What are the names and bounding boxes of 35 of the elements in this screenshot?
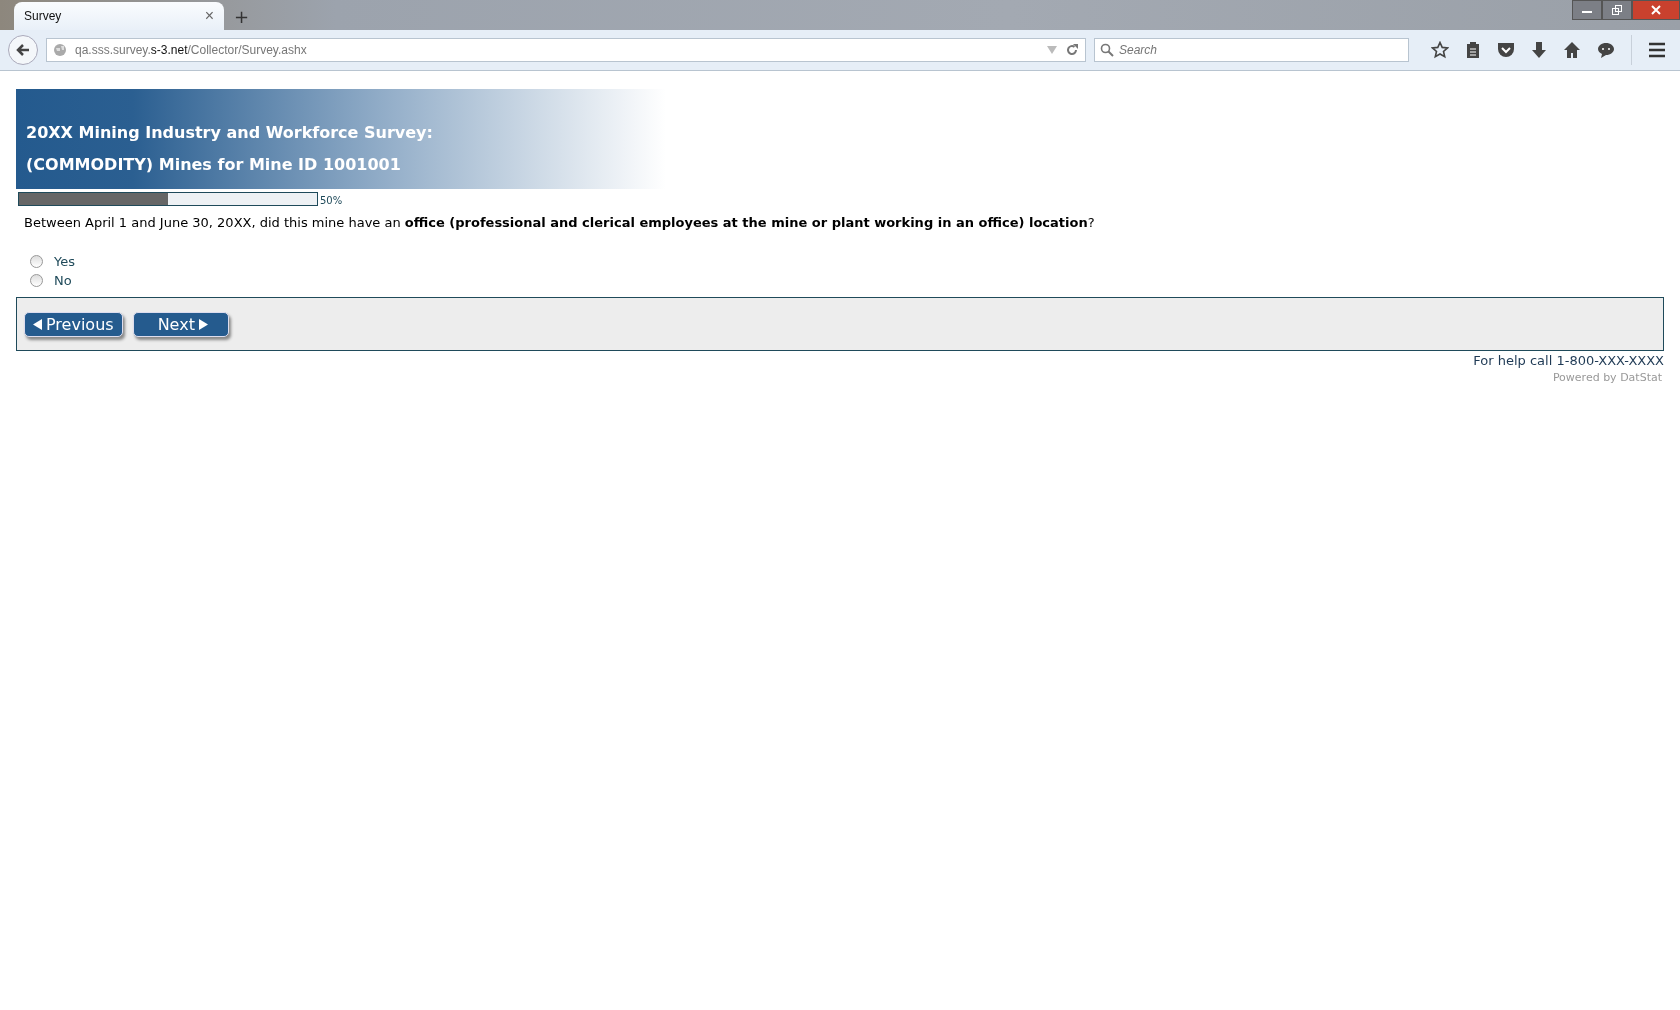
download-icon[interactable] [1531, 41, 1547, 59]
clipboard-icon[interactable] [1465, 41, 1481, 59]
star-icon[interactable] [1431, 41, 1449, 59]
chat-icon[interactable] [1597, 41, 1615, 59]
triangle-icon [198, 318, 208, 330]
survey-title: 20XX Mining Industry and Workforce Survey: [26, 122, 433, 144]
radio-button[interactable] [30, 274, 43, 287]
menu-icon[interactable] [1648, 42, 1666, 58]
progress-percent: 50% [320, 195, 343, 206]
search-field[interactable]: Search [1094, 38, 1409, 62]
radio-button[interactable] [30, 255, 43, 268]
survey-title: (COMMODITY) Mines for Mine ID 1001001 [26, 154, 402, 176]
restore-icon [1611, 5, 1623, 15]
previous-button[interactable]: Previous [24, 311, 123, 337]
next-button[interactable]: Next [132, 311, 229, 337]
powered-by-text: Powered by DatStat [1552, 371, 1662, 384]
back-button[interactable] [8, 35, 38, 65]
home-icon[interactable] [1563, 41, 1581, 59]
triangle-icon [33, 318, 42, 330]
close-button[interactable] [1632, 0, 1680, 20]
pocket-icon[interactable] [1497, 42, 1515, 58]
help-text: For help call 1-800-XXX-XXXX [1473, 353, 1664, 368]
close-icon [1650, 5, 1662, 15]
question-text: Between April 1 and June 30, 20XX, did this mine have an office (professional and clerical employees at the mine or plant working in an office) location? [24, 215, 1096, 230]
back-arrow-icon [15, 42, 31, 58]
minimize-button[interactable] [1572, 0, 1602, 20]
address-bar[interactable]: qa.sss.survey.s-3.net/Collector/Survey.ashx [46, 38, 1086, 62]
globe-icon [53, 43, 67, 57]
browser-tab[interactable]: Survey × [14, 2, 224, 30]
option-label[interactable]: Yes [54, 254, 75, 269]
restore-button[interactable] [1602, 0, 1632, 20]
option-label[interactable]: No [54, 273, 72, 288]
url-text: qa.sss.survey.s-3.net/Collector/Survey.ashx [75, 43, 307, 57]
new-tab-button[interactable]: + [224, 6, 260, 30]
reload-icon[interactable] [1065, 43, 1079, 57]
